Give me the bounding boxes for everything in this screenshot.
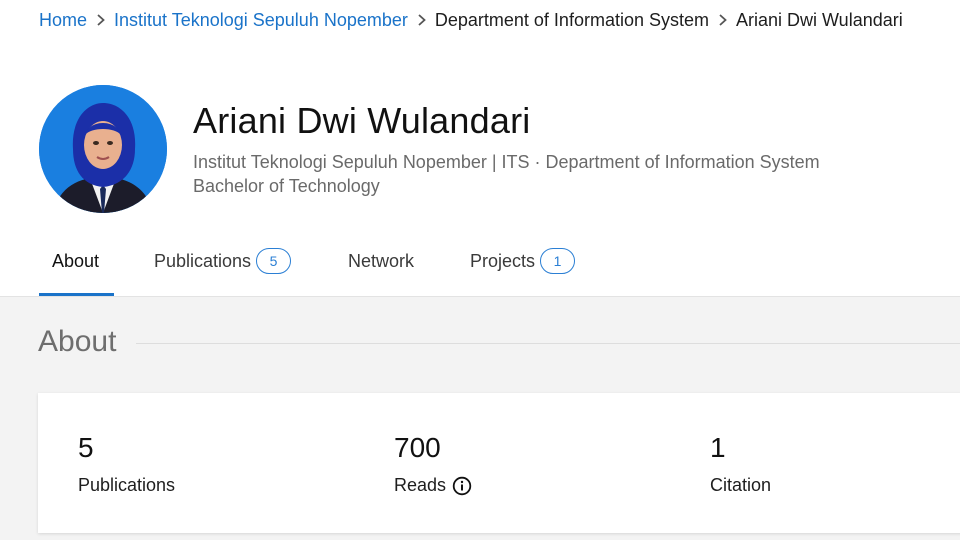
- breadcrumb-institution-link[interactable]: Institut Teknologi Sepuluh Nopember: [114, 10, 408, 31]
- stat-publications[interactable]: 5 Publications: [78, 433, 175, 496]
- tab-about-label: About: [52, 250, 100, 271]
- tab-projects[interactable]: Projects 1: [470, 226, 576, 296]
- info-icon[interactable]: [452, 476, 472, 496]
- stat-label: Reads: [394, 475, 447, 495]
- chevron-right-icon: [415, 13, 429, 27]
- tab-network-label: Network: [348, 250, 415, 271]
- stat-label-row: Reads: [394, 475, 472, 496]
- stat-label: Publications: [78, 475, 176, 495]
- chevron-right-icon: [94, 13, 108, 27]
- stat-value: 1: [710, 432, 726, 463]
- profile-name: Ariani Dwi Wulandari: [193, 100, 531, 141]
- stats-card: 5 Publications 700 Reads 1 Citation: [38, 393, 960, 533]
- tab-publications-label: Publications: [154, 250, 252, 271]
- stat-label: Citation: [710, 475, 772, 495]
- tab-network[interactable]: Network: [348, 226, 414, 296]
- stat-label-row: Citation: [710, 475, 771, 496]
- breadcrumb-current: Ariani Dwi Wulandari: [736, 9, 903, 30]
- tab-about[interactable]: About: [52, 226, 99, 296]
- stat-reads[interactable]: 700 Reads: [394, 433, 472, 496]
- about-section: About 5 Publications 700 Reads 1 Citatio…: [0, 296, 960, 540]
- section-divider: [136, 343, 960, 344]
- stat-value: 5: [78, 432, 94, 463]
- publications-count-badge: 5: [256, 248, 292, 274]
- breadcrumb-home-link[interactable]: Home: [39, 10, 87, 31]
- stat-label-row: Publications: [78, 475, 175, 496]
- stat-citation[interactable]: 1 Citation: [710, 433, 771, 496]
- tab-projects-label: Projects: [470, 250, 536, 271]
- breadcrumb: Home Institut Teknologi Sepuluh Nopember…: [39, 8, 903, 32]
- breadcrumb-department: Department of Information System: [434, 9, 709, 30]
- stat-value: 700: [394, 432, 441, 463]
- projects-count-badge: 1: [540, 248, 576, 274]
- tab-publications[interactable]: Publications 5: [154, 226, 292, 296]
- section-title: About: [38, 325, 117, 358]
- profile-affiliation: Institut Teknologi Sepuluh Nopember | IT…: [193, 152, 820, 172]
- chevron-right-icon: [716, 13, 730, 27]
- profile-degree: Bachelor of Technology: [193, 176, 380, 196]
- avatar[interactable]: [39, 85, 167, 213]
- profile-tabs: About Publications 5 Network Projects 1: [0, 226, 960, 296]
